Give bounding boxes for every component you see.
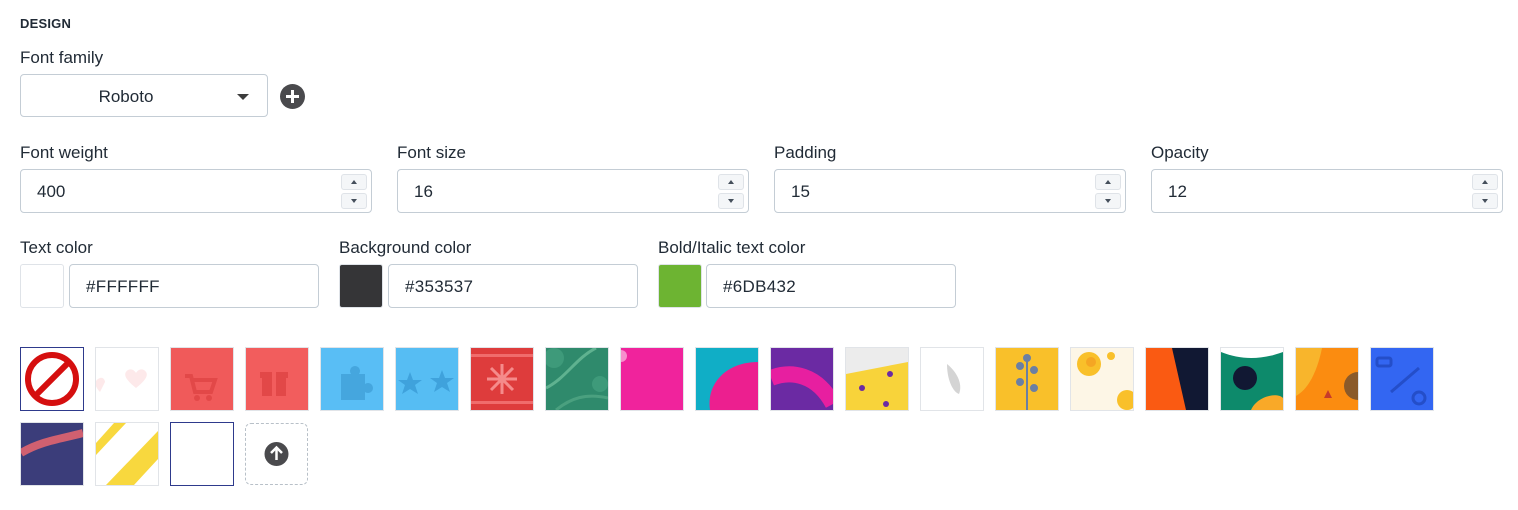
bold-italic-color-value: #6DB432 [723, 277, 796, 296]
pattern-snowflake[interactable] [470, 347, 534, 411]
background-color-value: #353537 [405, 277, 474, 296]
text-color-swatch[interactable] [20, 264, 64, 308]
upload-pattern-button[interactable] [245, 423, 308, 485]
caret-down-icon [237, 94, 249, 100]
opacity-value: 12 [1168, 182, 1187, 201]
font-family-select[interactable]: Roboto [20, 74, 268, 117]
pattern-gift[interactable] [245, 347, 309, 411]
pattern-pink-blob[interactable] [620, 347, 684, 411]
caret-up-icon [1105, 180, 1111, 184]
text-color-input[interactable]: #FFFFFF [69, 264, 319, 308]
background-color-swatch[interactable] [339, 264, 383, 308]
decrement-button[interactable] [1472, 193, 1498, 209]
no-pattern-icon [21, 348, 83, 410]
pattern-yellow-flowers[interactable] [995, 347, 1059, 411]
pattern-purple-magenta-arc[interactable] [770, 347, 834, 411]
pattern-white-leaf[interactable] [920, 347, 984, 411]
pattern-cart[interactable] [170, 347, 234, 411]
font-family-label: Font family [20, 48, 104, 67]
caret-down-icon [728, 199, 734, 203]
plus-circle-icon[interactable] [280, 84, 305, 109]
bold-italic-color-label: Bold/Italic text color [658, 238, 806, 257]
opacity-label: Opacity [1151, 143, 1209, 162]
font-weight-value: 400 [37, 182, 66, 201]
pattern-orange-shapes[interactable] [1295, 347, 1359, 411]
caret-up-icon [351, 180, 357, 184]
font-weight-input[interactable]: 400 [20, 169, 372, 213]
increment-button[interactable] [718, 174, 744, 190]
pattern-blue-tools[interactable] [1370, 347, 1434, 411]
padding-value: 15 [791, 182, 810, 201]
caret-down-icon [351, 199, 357, 203]
decrement-button[interactable] [341, 193, 367, 209]
increment-button[interactable] [341, 174, 367, 190]
increment-button[interactable] [1095, 174, 1121, 190]
font-family-value: Roboto [98, 87, 154, 106]
text-color-value: #FFFFFF [86, 277, 160, 296]
caret-up-icon [1482, 180, 1488, 184]
pattern-leaves[interactable] [545, 347, 609, 411]
caret-up-icon [728, 180, 734, 184]
pattern-cyan-magenta-arc[interactable] [695, 347, 759, 411]
pattern-puzzle[interactable] [320, 347, 384, 411]
padding-input[interactable]: 15 [774, 169, 1126, 213]
pattern-hearts[interactable] [95, 347, 159, 411]
background-color-label: Background color [339, 238, 472, 257]
decrement-button[interactable] [1095, 193, 1121, 209]
increment-button[interactable] [1472, 174, 1498, 190]
padding-label: Padding [774, 143, 837, 162]
caret-down-icon [1482, 199, 1488, 203]
pattern-navy-stripe[interactable] [20, 422, 84, 486]
font-size-label: Font size [397, 143, 466, 162]
pattern-green-navy-shapes[interactable] [1220, 347, 1284, 411]
pattern-yellow-dots[interactable] [845, 347, 909, 411]
pattern-orange-flowers[interactable] [1070, 347, 1134, 411]
bold-italic-color-swatch[interactable] [658, 264, 702, 308]
arrow-up-circle-icon [264, 442, 289, 466]
bold-italic-color-input[interactable]: #6DB432 [706, 264, 956, 308]
font-size-value: 16 [414, 182, 433, 201]
caret-down-icon [1105, 199, 1111, 203]
pattern-blank-white[interactable] [170, 422, 234, 486]
font-weight-label: Font weight [20, 143, 108, 162]
background-color-input[interactable]: #353537 [388, 264, 638, 308]
pattern-stars[interactable] [395, 347, 459, 411]
pattern-none[interactable] [20, 347, 84, 411]
decrement-button[interactable] [718, 193, 744, 209]
font-size-input[interactable]: 16 [397, 169, 749, 213]
text-color-label: Text color [20, 238, 93, 257]
pattern-yellow-diagonal[interactable] [95, 422, 159, 486]
pattern-orange-navy-diagonal[interactable] [1145, 347, 1209, 411]
opacity-input[interactable]: 12 [1151, 169, 1503, 213]
section-title: DESIGN [20, 16, 72, 31]
